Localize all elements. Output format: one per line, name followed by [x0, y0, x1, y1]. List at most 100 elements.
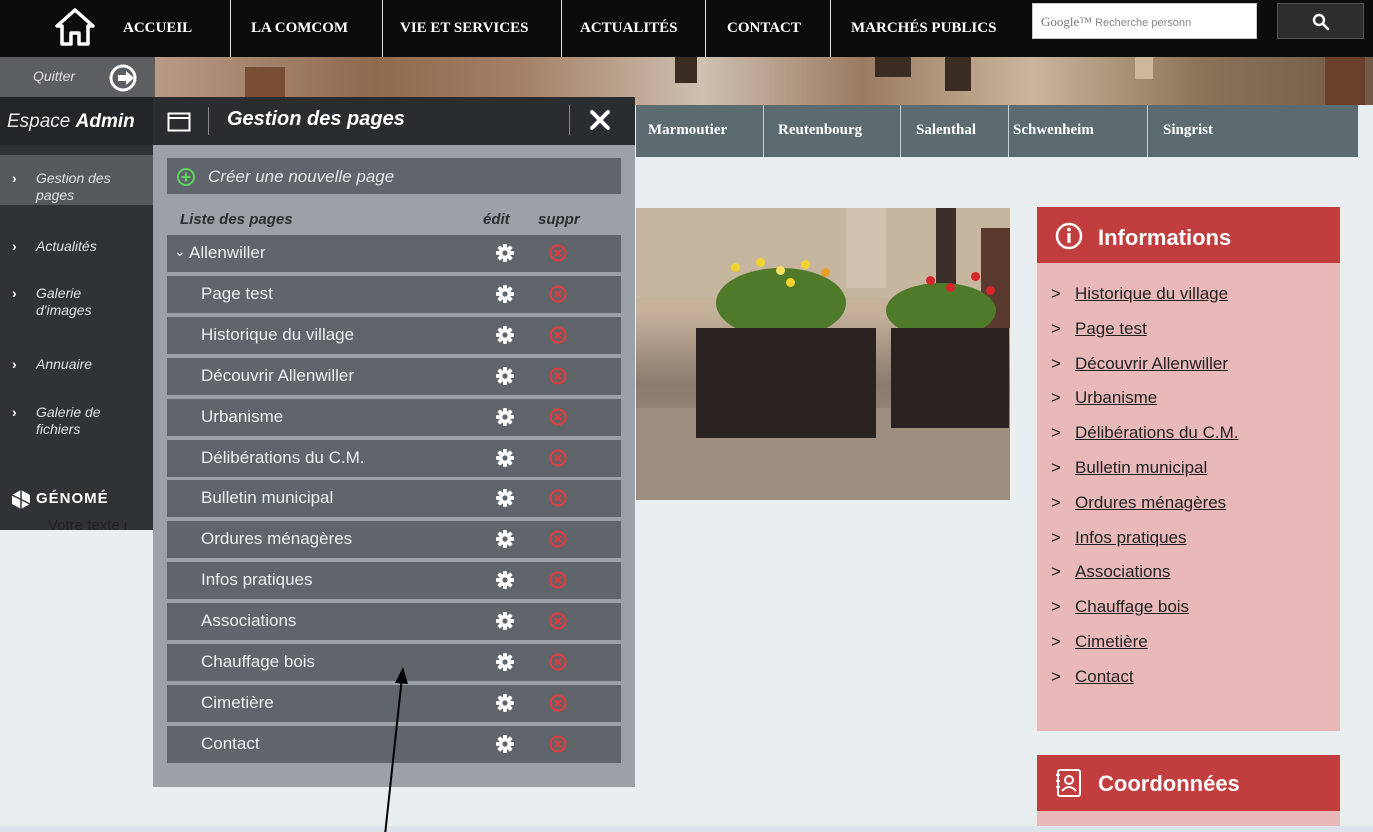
info-link[interactable]: > Chauffage bois	[1051, 597, 1190, 617]
page-row[interactable]: Ordures ménagères	[167, 521, 621, 559]
search-input[interactable]: Google™ Recherche personn	[1032, 3, 1257, 39]
nav-vie-et-services[interactable]: VIE ET SERVICES	[400, 0, 528, 57]
delete-icon[interactable]	[548, 652, 568, 677]
delete-icon[interactable]	[548, 284, 568, 309]
page-title: Allenwiller	[189, 243, 266, 262]
gear-icon[interactable]	[495, 734, 515, 759]
nav-la-comcom[interactable]: LA COMCOM	[251, 0, 348, 57]
page-title: Contact	[201, 733, 260, 753]
nav-separator	[561, 0, 562, 57]
delete-icon[interactable]	[548, 243, 568, 268]
delete-icon[interactable]	[548, 529, 568, 554]
gear-icon[interactable]	[495, 611, 515, 636]
chevron-right-icon: ›	[12, 170, 17, 186]
gear-icon[interactable]	[495, 325, 515, 350]
page-row[interactable]: Bulletin municipal	[167, 480, 621, 518]
info-link-label: Délibérations du C.M.	[1075, 423, 1239, 443]
info-link[interactable]: > Ordures ménagères	[1051, 493, 1226, 513]
delete-icon[interactable]	[548, 488, 568, 513]
page-row-parent[interactable]: ⌄ Allenwiller	[167, 235, 621, 272]
village-link-schwenheim[interactable]: Schwenheim	[1013, 105, 1094, 157]
sidebar-item-gestion-des-pages[interactable]: › Gestion des pages	[0, 155, 155, 205]
gear-icon[interactable]	[495, 284, 515, 309]
sidebar-item-label: fichiers	[36, 421, 81, 437]
page-title: Urbanisme	[201, 406, 284, 426]
quit-button[interactable]: Quitter	[0, 57, 155, 97]
page-title: Historique du village	[201, 324, 355, 344]
logout-icon	[109, 64, 137, 92]
arrow-right-icon: >	[1051, 388, 1061, 408]
gear-icon[interactable]	[495, 570, 515, 595]
page-row[interactable]: Découvrir Allenwiller	[167, 357, 621, 395]
contact-card-icon	[1056, 769, 1081, 797]
annotation-arrow	[384, 667, 408, 832]
info-link[interactable]: > Délibérations du C.M.	[1051, 423, 1239, 443]
nav-separator	[830, 0, 831, 57]
sidebar-item-galerie-images[interactable]: › Galerie d'images	[0, 285, 155, 321]
chevron-down-icon[interactable]: ⌄	[174, 243, 186, 260]
nav-marches-publics[interactable]: MARCHÉS PUBLICS	[851, 0, 996, 57]
info-link[interactable]: > Contact	[1051, 666, 1134, 687]
page-row[interactable]: Infos pratiques	[167, 562, 621, 600]
gear-icon[interactable]	[495, 448, 515, 473]
nav-contact[interactable]: CONTACT	[727, 0, 801, 57]
sidebar-item-galerie-fichiers[interactable]: › Galerie de fichiers	[0, 404, 155, 440]
info-link-label: Associations	[1075, 562, 1171, 582]
village-separator	[763, 105, 764, 157]
arrow-right-icon: >	[1051, 353, 1061, 373]
create-page-button[interactable]: Créer une nouvelle page	[167, 158, 621, 194]
search-button[interactable]	[1277, 3, 1364, 39]
gear-icon[interactable]	[495, 407, 515, 432]
gear-icon[interactable]	[495, 366, 515, 391]
informations-header: Informations	[1037, 207, 1340, 263]
village-link-reutenbourg[interactable]: Reutenbourg	[778, 105, 862, 157]
admin-header-strong: Admin	[75, 111, 135, 132]
info-link-label: Cimetière	[1075, 632, 1148, 651]
nav-separator	[230, 0, 231, 57]
info-link[interactable]: > Urbanisme	[1051, 388, 1157, 408]
close-icon	[590, 110, 610, 130]
page-title: Associations	[201, 611, 297, 631]
add-circle-icon	[177, 168, 195, 186]
info-link[interactable]: > Associations	[1051, 562, 1171, 582]
nav-actualites[interactable]: ACTUALITÉS	[580, 0, 678, 57]
village-link-salenthal[interactable]: Salenthal	[916, 105, 976, 157]
delete-icon[interactable]	[548, 611, 568, 636]
village-link-marmoutier[interactable]: Marmoutier	[648, 105, 727, 157]
page-row[interactable]: Associations	[167, 603, 621, 641]
page-row[interactable]: Délibérations du C.M.	[167, 439, 621, 477]
gear-icon[interactable]	[495, 488, 515, 513]
close-button[interactable]	[583, 103, 617, 137]
page-row[interactable]: Historique du village	[167, 316, 621, 354]
delete-icon[interactable]	[548, 570, 568, 595]
nav-accueil[interactable]: ACCUEIL	[123, 0, 192, 57]
arrow-right-icon: >	[1051, 527, 1061, 547]
info-link-label: Chauffage bois	[1075, 597, 1190, 617]
delete-icon[interactable]	[548, 693, 568, 718]
info-link[interactable]: > Découvrir Allenwiller	[1051, 354, 1228, 374]
delete-icon[interactable]	[548, 407, 568, 432]
page-row[interactable]: Page test	[167, 275, 621, 313]
gear-icon[interactable]	[495, 243, 515, 268]
info-link[interactable]: > Page test	[1051, 319, 1147, 339]
arrow-right-icon: >	[1051, 423, 1061, 443]
info-link[interactable]: > Bulletin municipal	[1051, 458, 1207, 478]
delete-icon[interactable]	[548, 448, 568, 473]
sidebar-item-annuaire[interactable]: › Annuaire	[0, 356, 155, 380]
home-icon[interactable]	[54, 6, 96, 48]
info-link[interactable]: > Historique du village	[1051, 284, 1228, 304]
info-link-label: Contact	[1075, 666, 1134, 686]
delete-icon[interactable]	[548, 734, 568, 759]
info-link[interactable]: > Infos pratiques	[1051, 528, 1187, 548]
page-title: Chauffage bois	[201, 652, 316, 671]
info-link[interactable]: > Cimetière	[1051, 632, 1148, 652]
page-title: Bulletin municipal	[201, 488, 334, 508]
delete-icon[interactable]	[548, 366, 568, 391]
sidebar-item-actualites[interactable]: › Actualités	[0, 238, 155, 262]
gear-icon[interactable]	[495, 529, 515, 554]
gear-icon[interactable]	[495, 652, 515, 677]
village-link-singrist[interactable]: Singrist	[1163, 105, 1213, 157]
page-row[interactable]: Urbanisme	[167, 398, 621, 436]
delete-icon[interactable]	[548, 325, 568, 350]
gear-icon[interactable]	[495, 693, 515, 718]
